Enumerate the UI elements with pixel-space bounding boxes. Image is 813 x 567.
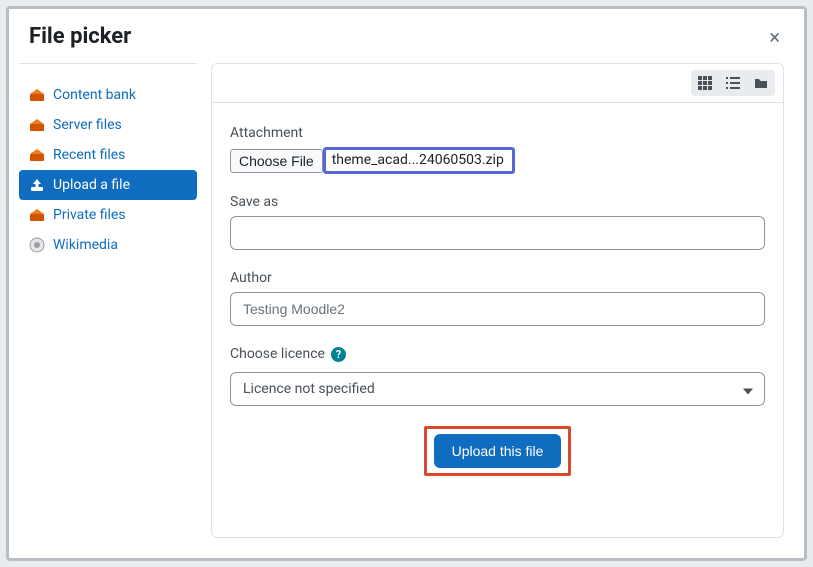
private-files-icon [29, 207, 45, 223]
author-field: Author [230, 270, 765, 326]
upload-form: Attachment Choose File theme_acad...2406… [212, 103, 783, 496]
licence-select[interactable]: Licence not specified [230, 372, 765, 406]
sidebar-item-private-files[interactable]: Private files [19, 200, 197, 230]
wikimedia-icon [29, 237, 45, 253]
licence-label-row: Choose licence ? [230, 346, 765, 362]
choose-file-button[interactable]: Choose File [230, 149, 323, 173]
sidebar-item-label: Wikimedia [53, 237, 118, 253]
attachment-row: Choose File theme_acad...24060503.zip [230, 147, 765, 174]
upload-icon [29, 177, 45, 193]
upload-button-highlight: Upload this file [424, 426, 572, 476]
file-picker-modal: File picker × Content bank Server files [6, 6, 807, 561]
licence-field: Choose licence ? Licence not specified [230, 346, 765, 406]
sidebar-item-content-bank[interactable]: Content bank [19, 80, 197, 110]
sidebar-item-server-files[interactable]: Server files [19, 110, 197, 140]
attachment-field: Attachment Choose File theme_acad...2406… [230, 125, 765, 174]
server-files-icon [29, 117, 45, 133]
author-input[interactable] [230, 292, 765, 326]
repository-sidebar: Content bank Server files Recent files U… [19, 63, 197, 538]
author-label: Author [230, 270, 765, 286]
close-icon[interactable]: × [765, 27, 784, 47]
submit-row: Upload this file [230, 426, 765, 476]
selected-file-name: theme_acad...24060503.zip [332, 152, 504, 168]
view-toolbar [212, 64, 783, 103]
view-mode-group [691, 70, 775, 96]
saveas-label: Save as [230, 194, 765, 210]
saveas-field: Save as [230, 194, 765, 250]
sidebar-item-upload-a-file[interactable]: Upload a file [19, 170, 197, 200]
help-icon[interactable]: ? [331, 347, 346, 362]
upload-this-file-button[interactable]: Upload this file [434, 434, 562, 468]
sidebar-item-label: Upload a file [53, 177, 130, 193]
sidebar-item-recent-files[interactable]: Recent files [19, 140, 197, 170]
saveas-input[interactable] [230, 216, 765, 250]
sidebar-item-label: Content bank [53, 87, 136, 103]
sidebar-item-label: Server files [53, 117, 122, 133]
main-panel: Attachment Choose File theme_acad...2406… [211, 63, 784, 538]
recent-files-icon [29, 147, 45, 163]
sidebar-item-label: Private files [53, 207, 126, 223]
modal-body: Content bank Server files Recent files U… [9, 63, 804, 558]
attachment-label: Attachment [230, 125, 765, 141]
modal-header: File picker × [9, 9, 804, 63]
view-list-icon[interactable] [719, 70, 747, 96]
licence-label: Choose licence [230, 346, 325, 362]
sidebar-item-wikimedia[interactable]: Wikimedia [19, 230, 197, 260]
selected-file-name-highlight: theme_acad...24060503.zip [323, 147, 515, 174]
modal-title: File picker [29, 24, 131, 49]
sidebar-item-label: Recent files [53, 147, 125, 163]
view-grid-icon[interactable] [691, 70, 719, 96]
content-bank-icon [29, 87, 45, 103]
view-folder-icon[interactable] [747, 70, 775, 96]
licence-select-wrap: Licence not specified [230, 372, 765, 406]
